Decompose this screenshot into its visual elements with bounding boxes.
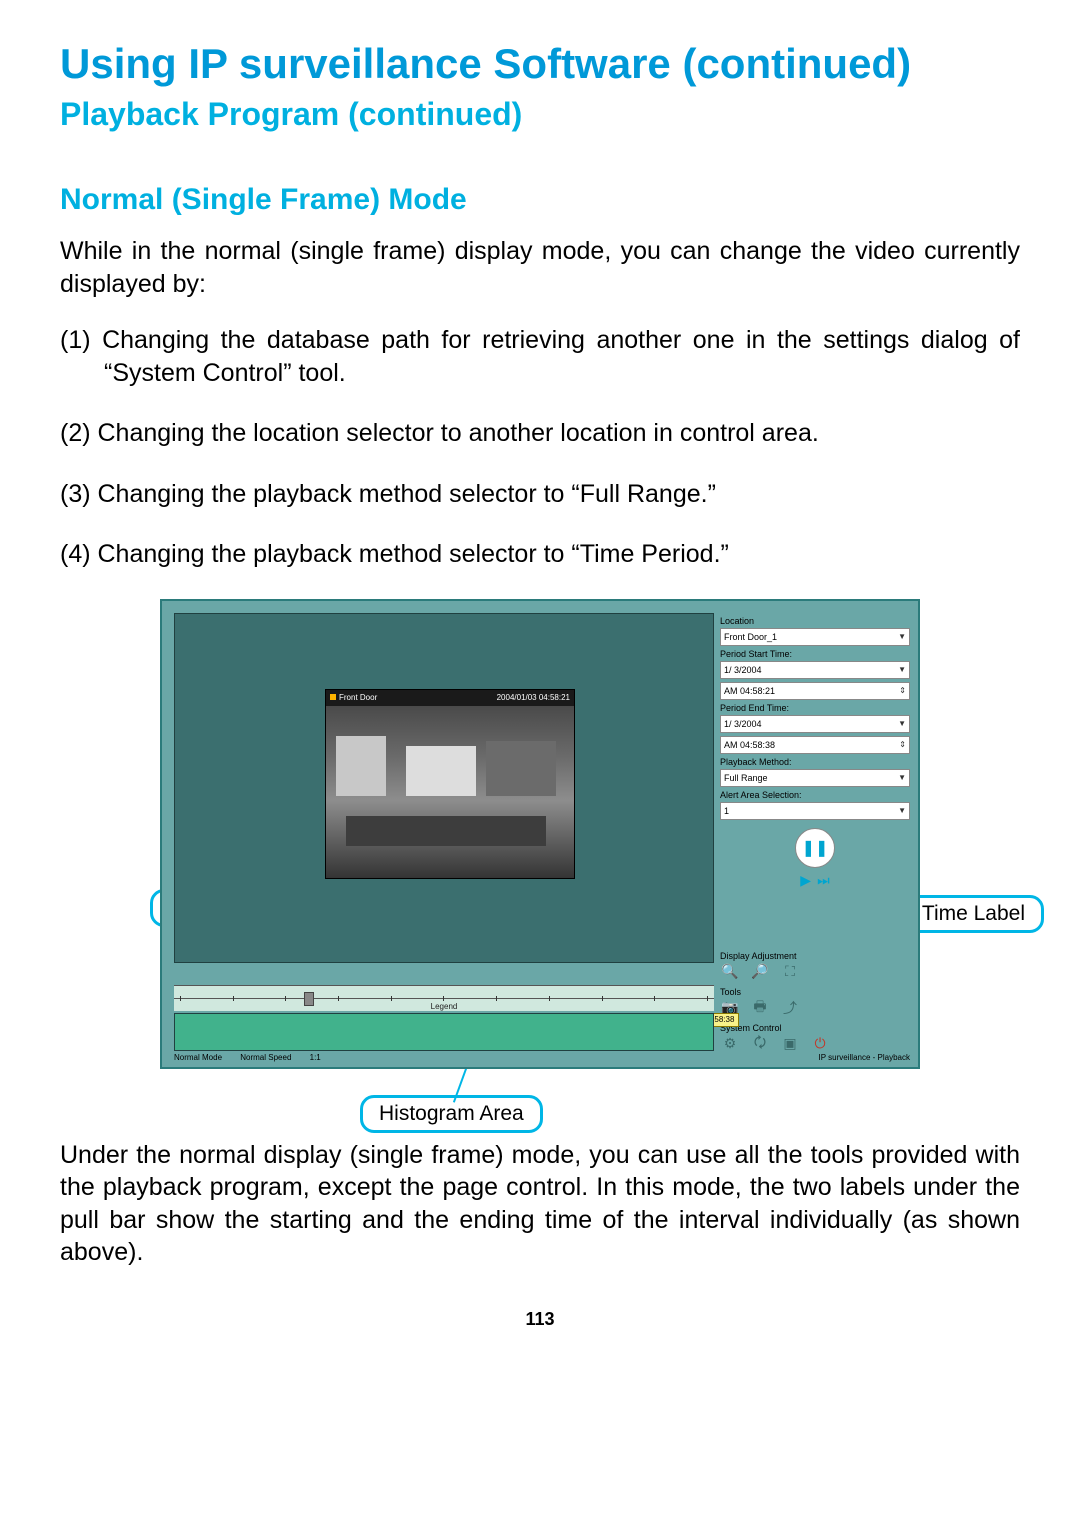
- display-adjustment-label: Display Adjustment: [720, 951, 910, 961]
- chevron-down-icon: ▼: [898, 665, 906, 674]
- alert-area-label: Alert Area Selection:: [720, 790, 910, 800]
- video-scene: [326, 706, 574, 878]
- pause-icon: ❚❚: [802, 838, 829, 858]
- period-end-time-value: AM 04:58:38: [724, 740, 775, 750]
- play-button[interactable]: ▶: [800, 872, 811, 889]
- system-control-label: System Control: [720, 1023, 910, 1033]
- closing-paragraph: Under the normal display (single frame) …: [60, 1139, 1020, 1269]
- intro-paragraph: While in the normal (single frame) displ…: [60, 235, 1020, 300]
- list-item: (1) Changing the database path for retri…: [60, 324, 1020, 389]
- alert-area-selector[interactable]: 1 ▼: [720, 802, 910, 820]
- status-speed: Normal Speed: [240, 1053, 291, 1062]
- status-mode: Normal Mode: [174, 1053, 222, 1062]
- record-dot-icon: [330, 694, 336, 700]
- export-button[interactable]: ⤴: [780, 999, 800, 1017]
- video-display-area: Front Door 2004/01/03 04:58:21: [174, 613, 714, 963]
- page-number: 113: [60, 1309, 1020, 1330]
- tools-label: Tools: [720, 987, 910, 997]
- list-item: (2) Changing the location selector to an…: [60, 417, 1020, 450]
- status-bar: Normal Mode Normal Speed 1:1 IP surveill…: [174, 1053, 910, 1065]
- video-frame: Front Door 2004/01/03 04:58:21: [325, 689, 575, 879]
- section-heading: Normal (Single Frame) Mode: [60, 183, 1020, 217]
- spinner-icon: ⇕: [899, 686, 906, 695]
- right-lower-panel: Display Adjustment 🔍 🔎 ⛶ Tools 📷 🖶 ⤴ Sys…: [720, 951, 910, 1059]
- period-start-time-value: AM 04:58:21: [724, 686, 775, 696]
- period-start-date-value: 1/ 3/2004: [724, 665, 762, 675]
- figure: Period Start Time Label Period End Time …: [160, 599, 920, 1069]
- playback-controls: ❚❚ ▶ ⏭: [720, 828, 910, 889]
- status-app-name: IP surveillance - Playback: [819, 1053, 910, 1065]
- zoom-in-button[interactable]: 🔍: [720, 963, 740, 981]
- period-start-time-field[interactable]: AM 04:58:21 ⇕: [720, 682, 910, 700]
- histogram-area[interactable]: [174, 1013, 714, 1051]
- status-zoom: 1:1: [310, 1053, 321, 1062]
- pull-bar-legend: Legend: [431, 1002, 458, 1011]
- print-button[interactable]: 🖶: [750, 999, 770, 1017]
- chevron-down-icon: ▼: [898, 632, 906, 641]
- period-end-date-field[interactable]: 1/ 3/2004 ▼: [720, 715, 910, 733]
- skip-forward-button[interactable]: ⏭: [817, 872, 830, 889]
- period-end-time-field[interactable]: AM 04:58:38 ⇕: [720, 736, 910, 754]
- refresh-button[interactable]: 🗘: [750, 1035, 770, 1053]
- chevron-down-icon: ▼: [898, 806, 906, 815]
- video-title-right: 2004/01/03 04:58:21: [497, 693, 570, 702]
- pull-bar[interactable]: Legend: [174, 985, 714, 1011]
- location-selector[interactable]: Front Door_1 ▼: [720, 628, 910, 646]
- callout-histogram: Histogram Area: [360, 1095, 543, 1133]
- chevron-down-icon: ▼: [898, 773, 906, 782]
- period-start-label: Period Start Time:: [720, 649, 910, 659]
- period-start-date-field[interactable]: 1/ 3/2004 ▼: [720, 661, 910, 679]
- page-title: Using IP surveillance Software (continue…: [60, 40, 1020, 88]
- record-button[interactable]: ▣: [780, 1035, 800, 1053]
- video-titlebar: Front Door 2004/01/03 04:58:21: [326, 690, 574, 706]
- playback-app-window: Front Door 2004/01/03 04:58:21 Location …: [160, 599, 920, 1069]
- period-end-date-value: 1/ 3/2004: [724, 719, 762, 729]
- settings-button[interactable]: ⚙: [720, 1035, 740, 1053]
- location-value: Front Door_1: [724, 632, 777, 642]
- power-button[interactable]: ⏻: [810, 1035, 830, 1053]
- list-item: (4) Changing the playback method selecto…: [60, 538, 1020, 571]
- spinner-icon: ⇕: [899, 740, 906, 749]
- control-sidepanel: Location Front Door_1 ▼ Period Start Tim…: [720, 613, 910, 889]
- page-subtitle: Playback Program (continued): [60, 96, 1020, 133]
- playback-method-label: Playback Method:: [720, 757, 910, 767]
- period-end-label: Period End Time:: [720, 703, 910, 713]
- alert-area-value: 1: [724, 806, 729, 816]
- location-label: Location: [720, 616, 910, 626]
- fullscreen-button[interactable]: ⛶: [780, 963, 800, 981]
- playback-method-value: Full Range: [724, 773, 768, 783]
- zoom-out-button[interactable]: 🔎: [750, 963, 770, 981]
- pause-button[interactable]: ❚❚: [795, 828, 835, 868]
- playback-method-selector[interactable]: Full Range ▼: [720, 769, 910, 787]
- chevron-down-icon: ▼: [898, 719, 906, 728]
- video-title-left: Front Door: [330, 693, 377, 702]
- pull-bar-ticks: [174, 996, 714, 1001]
- list-item: (3) Changing the playback method selecto…: [60, 478, 1020, 511]
